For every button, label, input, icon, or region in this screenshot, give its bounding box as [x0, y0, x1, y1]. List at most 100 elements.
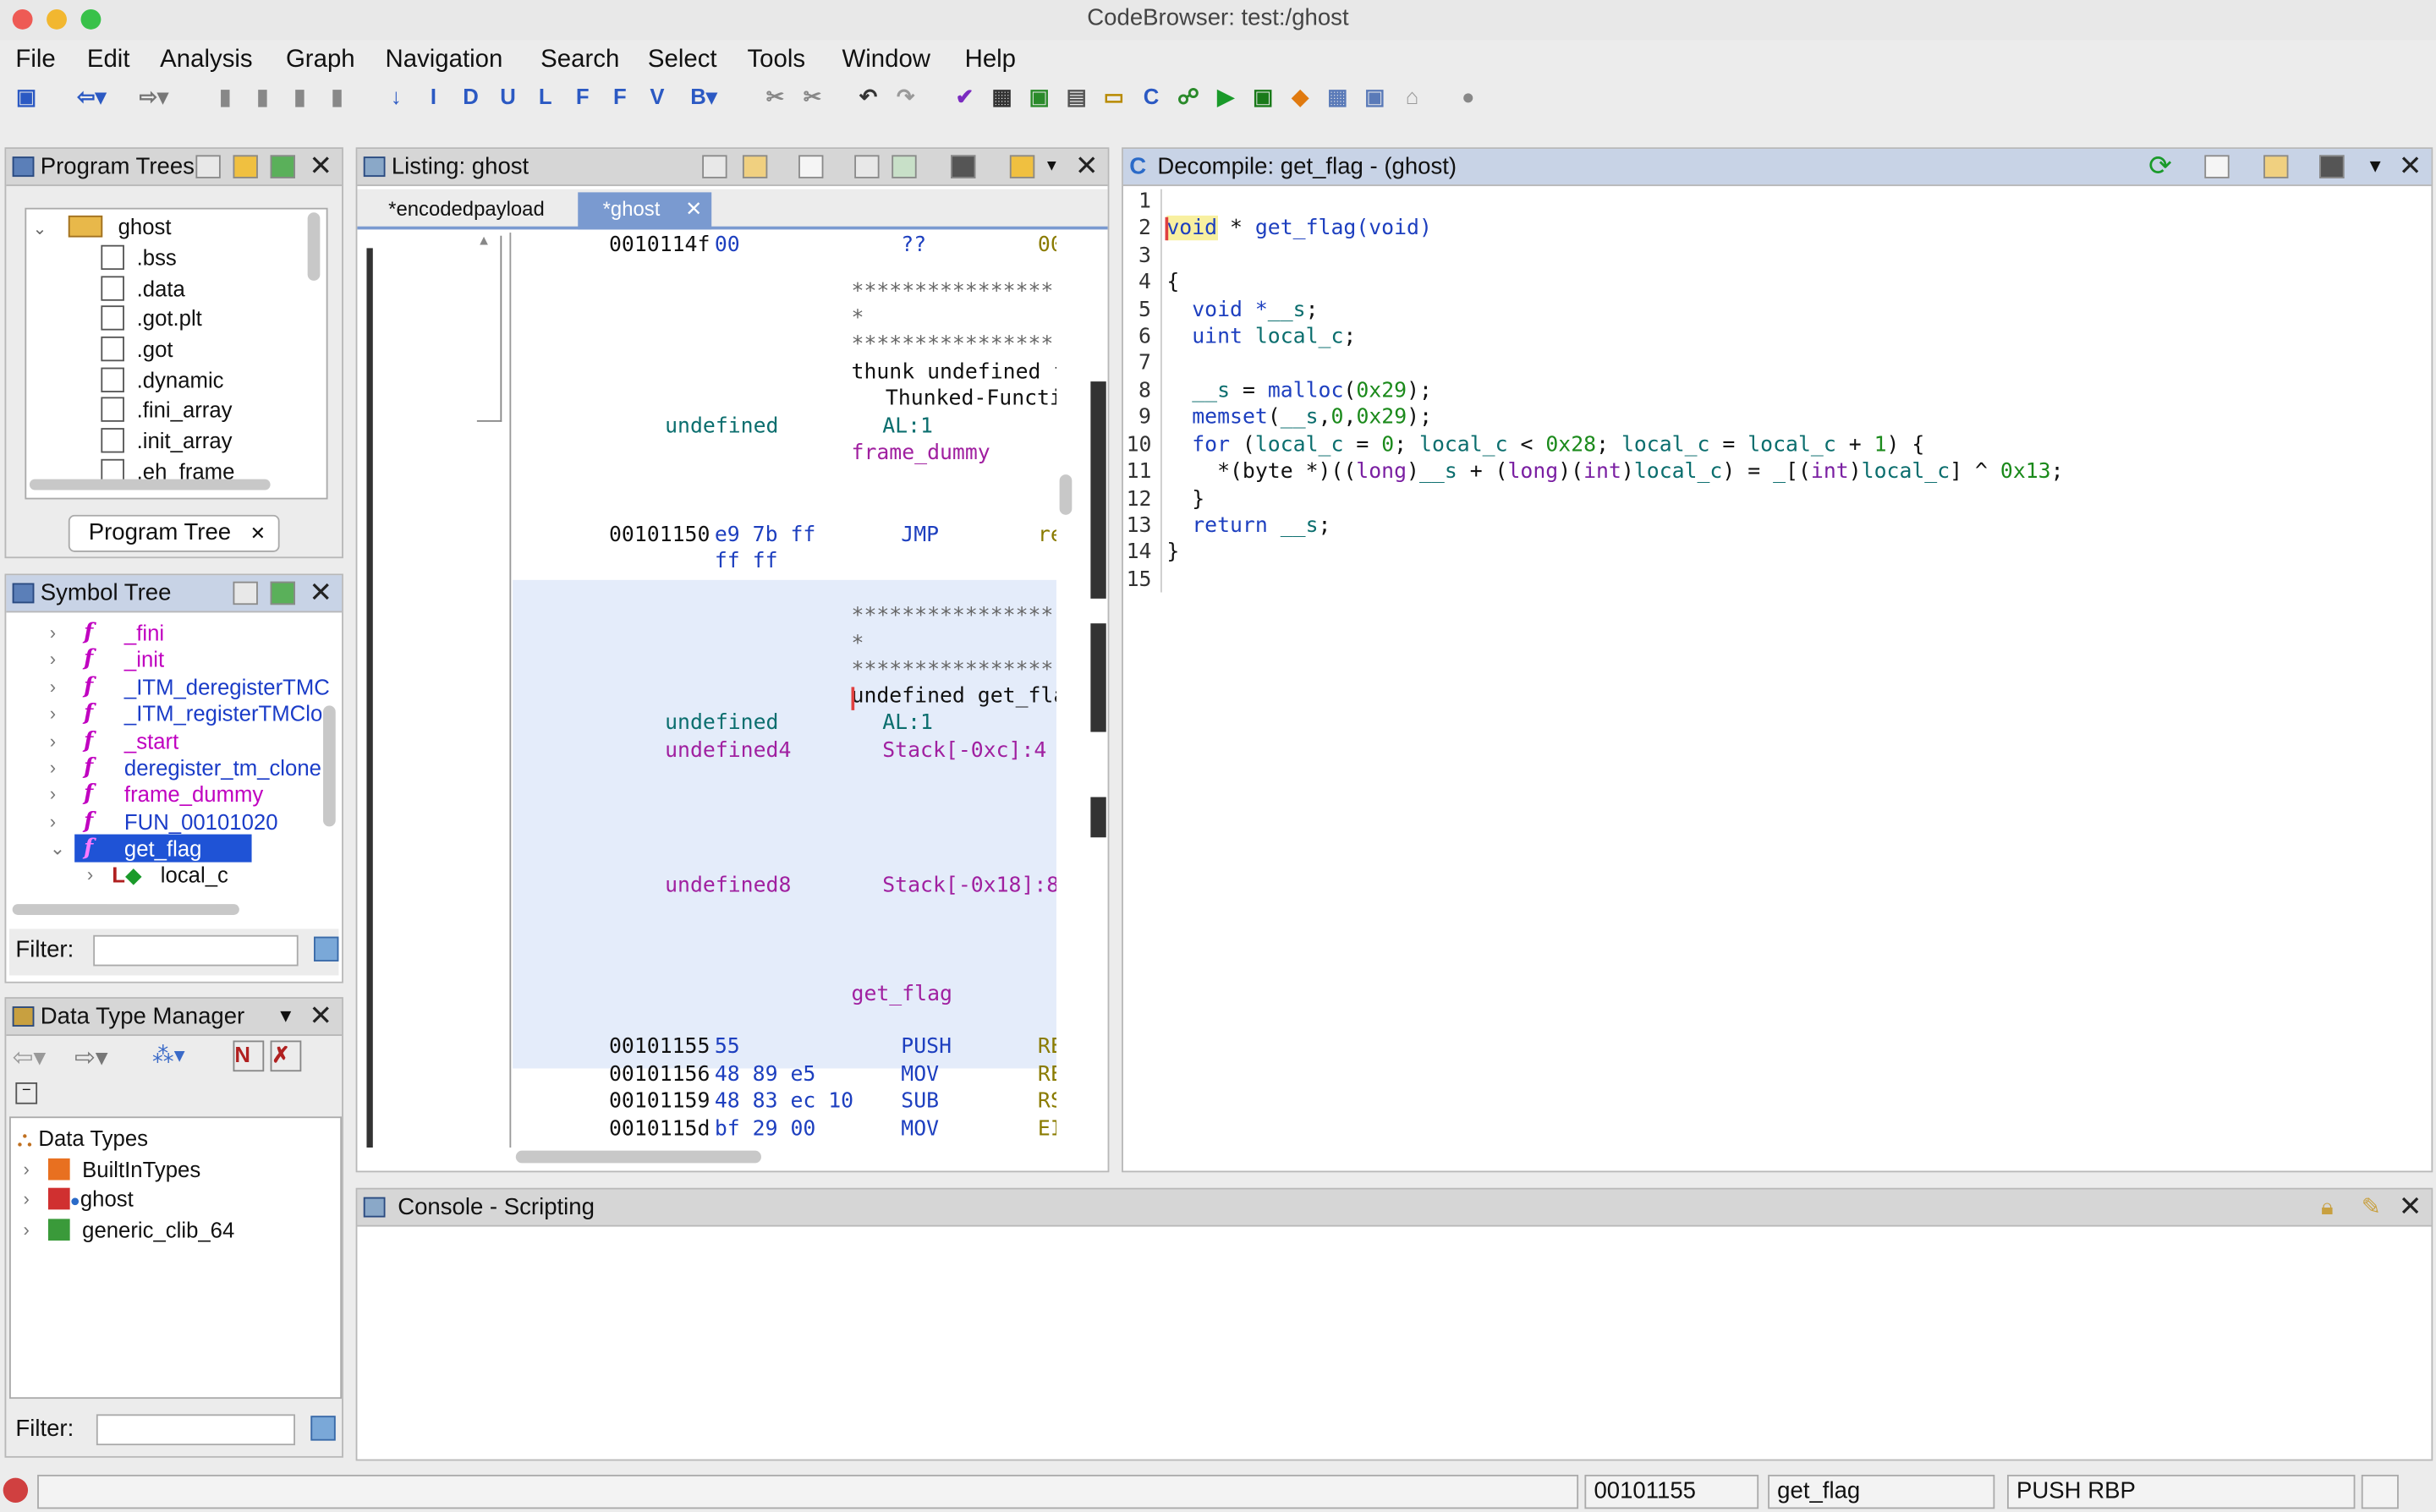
- forward-icon[interactable]: ⇨▾: [130, 80, 177, 112]
- diff-icon[interactable]: [892, 155, 917, 178]
- create-namespace-icon[interactable]: [233, 581, 258, 605]
- snapshot-icon[interactable]: [951, 155, 976, 178]
- table-icon[interactable]: ▦: [1324, 80, 1352, 112]
- mnemonic[interactable]: MOV: [901, 1062, 939, 1087]
- nav-data-icon[interactable]: D: [457, 80, 485, 112]
- operand[interactable]: RE: [1038, 1062, 1056, 1087]
- horizontal-scrollbar[interactable]: [515, 1150, 761, 1164]
- archive-item[interactable]: › generic_clib_64: [24, 1216, 235, 1244]
- undo-icon[interactable]: ↶: [854, 80, 882, 112]
- address[interactable]: 0010115d: [609, 1116, 710, 1141]
- filter-options-icon[interactable]: [310, 1416, 336, 1441]
- copy-icon[interactable]: ✂: [798, 80, 826, 112]
- close-icon[interactable]: ✕: [2399, 151, 2422, 182]
- symbol-child[interactable]: › L◆ local_c: [87, 861, 228, 889]
- close-icon[interactable]: ✕: [685, 192, 702, 226]
- close-icon[interactable]: ✕: [309, 1000, 332, 1032]
- menu-tools[interactable]: Tools: [747, 47, 805, 74]
- address[interactable]: 00101156: [609, 1062, 710, 1087]
- run-script-icon[interactable]: ▶: [1212, 80, 1240, 112]
- close-window-button[interactable]: [12, 9, 33, 30]
- collapse-all-icon[interactable]: −: [15, 1082, 38, 1104]
- tree-icon[interactable]: ⌂: [1398, 80, 1426, 112]
- close-icon[interactable]: ✕: [250, 517, 266, 551]
- field-layout-icon[interactable]: [854, 155, 880, 178]
- filter-non-icon[interactable]: N: [233, 1040, 265, 1072]
- operand[interactable]: RS: [1038, 1088, 1056, 1113]
- tree-root[interactable]: ⌄ ghost: [33, 212, 172, 240]
- operand[interactable]: re: [1038, 523, 1056, 547]
- bookmark-icon[interactable]: ◆: [1287, 80, 1314, 112]
- menu-graph[interactable]: Graph: [286, 47, 355, 74]
- tab-program-tree[interactable]: Program Tree ✕: [68, 514, 280, 552]
- code-line-12[interactable]: }: [1166, 487, 1204, 512]
- code-line-2[interactable]: void * get_flag(void): [1166, 215, 1432, 241]
- vertical-scrollbar[interactable]: [307, 212, 321, 281]
- symbol-item[interactable]: › f _fini: [50, 619, 164, 647]
- function-signature[interactable]: undefined get_fla: [852, 684, 1056, 709]
- mnemonic[interactable]: ??: [901, 233, 926, 257]
- menu-edit[interactable]: Edit: [87, 47, 130, 74]
- back-icon[interactable]: ⇦▾: [13, 1042, 46, 1073]
- dropdown-icon[interactable]: ▼: [277, 999, 295, 1034]
- filter-input[interactable]: [93, 934, 299, 967]
- operand[interactable]: 00: [1038, 233, 1056, 257]
- clear-icon[interactable]: ✂: [761, 80, 789, 112]
- export-tree-icon[interactable]: [270, 155, 295, 178]
- save-icon[interactable]: ▣: [13, 80, 41, 112]
- nav-function-icon[interactable]: F: [568, 80, 596, 112]
- terminal-icon[interactable]: ▣: [1249, 80, 1277, 112]
- nav-non-function-icon[interactable]: F: [606, 80, 634, 112]
- menu-help[interactable]: Help: [965, 47, 1016, 74]
- tree-item[interactable]: .bss: [101, 244, 177, 271]
- help-icon[interactable]: ●: [1454, 80, 1482, 112]
- symbol-item[interactable]: › f frame_dummy: [50, 780, 263, 808]
- code-line-10[interactable]: for (local_c = 0; local_c < 0x28; local_…: [1166, 433, 1924, 457]
- dropdown-icon[interactable]: ▼: [1044, 149, 1059, 184]
- dropdown-icon[interactable]: ▼: [2366, 149, 2384, 184]
- cursor-icon[interactable]: [798, 155, 824, 178]
- nav-prev-function-icon[interactable]: ▮: [211, 80, 239, 112]
- tree-item[interactable]: .init_array: [101, 426, 233, 454]
- nav-down-icon[interactable]: ↓: [382, 80, 410, 112]
- archive-item[interactable]: › ●ghost: [24, 1185, 134, 1213]
- operand[interactable]: EI: [1038, 1116, 1056, 1141]
- nav-next-function-icon[interactable]: ▮: [249, 80, 277, 112]
- nav-value-icon[interactable]: V: [643, 80, 671, 112]
- archive-item[interactable]: › BuiltInTypes: [24, 1155, 201, 1183]
- filter-input[interactable]: [96, 1414, 295, 1446]
- code-line-13[interactable]: return __s;: [1166, 513, 1330, 538]
- symbol-item[interactable]: › f _ITM_registerTMClo: [50, 699, 323, 727]
- menu-select[interactable]: Select: [648, 47, 717, 74]
- folder-icon[interactable]: ▭: [1100, 80, 1127, 112]
- nav-bytes-icon[interactable]: B▾: [680, 80, 727, 112]
- bytes-view-icon[interactable]: ▦: [988, 80, 1016, 112]
- forward-icon[interactable]: ⇨▾: [74, 1042, 107, 1073]
- close-icon[interactable]: ✕: [309, 151, 332, 182]
- code-line-14[interactable]: }: [1166, 540, 1179, 564]
- lock-icon[interactable]: 🔒︎: [2321, 1190, 2334, 1225]
- mnemonic[interactable]: MOV: [901, 1116, 939, 1141]
- address[interactable]: 00101159: [609, 1088, 710, 1113]
- symbol-item-selected[interactable]: ⌄ f get_flag: [50, 834, 330, 863]
- refresh-icon[interactable]: ⟳: [2148, 149, 2172, 184]
- function-graph-icon[interactable]: ☍: [1175, 80, 1203, 112]
- code-line-9[interactable]: memset(__s,0,0x29);: [1166, 405, 1432, 430]
- decompiler-icon[interactable]: C: [1137, 80, 1165, 112]
- menu-analysis[interactable]: Analysis: [160, 47, 252, 74]
- mnemonic[interactable]: JMP: [901, 523, 939, 547]
- copy-icon[interactable]: [702, 155, 727, 178]
- vertical-scrollbar[interactable]: [1059, 474, 1073, 515]
- code-line-5[interactable]: void *__s;: [1166, 298, 1318, 322]
- nav-next-data-icon[interactable]: ▮: [323, 80, 351, 112]
- operand[interactable]: RE: [1038, 1034, 1056, 1059]
- mnemonic[interactable]: PUSH: [901, 1034, 952, 1059]
- symbol-item[interactable]: › f _init: [50, 645, 164, 673]
- tree-item[interactable]: .fini_array: [101, 396, 233, 424]
- symbol-item[interactable]: › f FUN_00101020: [50, 808, 278, 835]
- horizontal-scrollbar[interactable]: [29, 479, 271, 490]
- tab-ghost[interactable]: *ghost ✕: [578, 192, 712, 230]
- mnemonic[interactable]: SUB: [901, 1088, 939, 1113]
- filter-options-icon[interactable]: [314, 936, 339, 961]
- code-line-8[interactable]: __s = malloc(0x29);: [1166, 378, 1432, 403]
